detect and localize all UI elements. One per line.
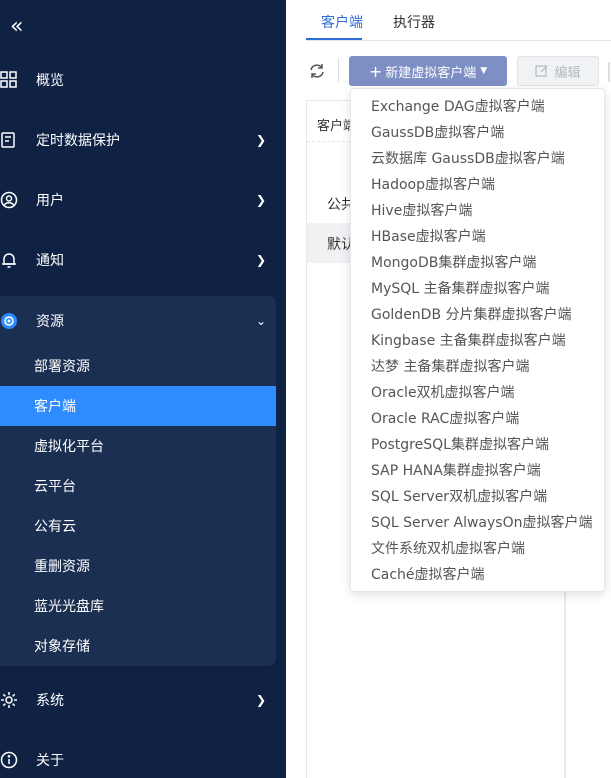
sidebar-subitem-label: 蓝光光盘库	[34, 599, 104, 615]
sidebar-subitem-label: 对象存储	[34, 639, 90, 655]
resource-group: 资源 ⌄ 部署资源 客户端 虚拟化平台 云平台 公有云 重删资源 蓝光光盘库 对…	[0, 296, 276, 666]
sidebar-item-notifications[interactable]: 通知 ❯	[0, 240, 286, 280]
sidebar-item-resources[interactable]: 资源 ⌄	[0, 301, 276, 341]
chevron-down-icon: ⌄	[256, 314, 267, 328]
sidebar-item-about[interactable]: 关于	[0, 740, 286, 778]
menu-item[interactable]: Caché虚拟客户端	[371, 562, 485, 588]
menu-item[interactable]: 文件系统双机虚拟客户端	[371, 536, 525, 562]
sidebar-subitem-clients[interactable]: 客户端	[0, 386, 276, 426]
sidebar-item-system[interactable]: 系统 ❯	[0, 680, 286, 720]
menu-item[interactable]: SQL Server双机虚拟客户端	[371, 484, 547, 510]
sidebar-item-label: 通知	[36, 253, 64, 269]
new-virtual-client-button[interactable]: + 新建虚拟客户端 ▼	[349, 56, 507, 86]
edit-label: 编辑	[554, 65, 581, 81]
menu-item[interactable]: Hadoop虚拟客户端	[371, 172, 495, 198]
tab-clients[interactable]: 客户端	[321, 12, 363, 32]
menu-item[interactable]: MongoDB集群虚拟客户端	[371, 250, 536, 276]
sidebar-subitem-public-cloud[interactable]: 公有云	[0, 506, 276, 546]
sidebar-item-label: 用户	[36, 193, 64, 209]
chevron-right-icon: ❯	[256, 193, 267, 207]
tab-active-indicator	[306, 38, 362, 40]
menu-item[interactable]: 云数据库 GaussDB虚拟客户端	[371, 146, 565, 172]
toolbar-edge-divider	[608, 62, 610, 82]
sidebar-subitem-label: 部署资源	[34, 359, 90, 375]
sidebar-subitem-deploy[interactable]: 部署资源	[0, 346, 276, 386]
sidebar-subitem-dedup[interactable]: 重删资源	[0, 546, 276, 586]
sidebar-subitem-cloud-platform[interactable]: 云平台	[0, 466, 276, 506]
menu-item[interactable]: Exchange DAG虚拟客户端	[371, 94, 545, 120]
edit-icon	[535, 65, 548, 77]
sidebar-item-users[interactable]: 用户 ❯	[0, 180, 286, 220]
menu-item[interactable]: GaussDB虚拟客户端	[371, 120, 504, 146]
refresh-icon[interactable]	[308, 62, 326, 80]
sidebar: « 概览 定时数据保护 ❯ 用户 ❯ 通知 ❯ 资源 ⌄ 部署资源 客户端 虚拟…	[0, 0, 286, 778]
plus-icon: +	[368, 61, 383, 81]
sidebar-subitem-label: 虚拟化平台	[34, 439, 104, 455]
sidebar-subitem-object-storage[interactable]: 对象存储	[0, 626, 276, 666]
new-virtual-client-label: 新建虚拟客户端	[385, 65, 477, 81]
sidebar-item-overview[interactable]: 概览	[0, 60, 286, 100]
sidebar-subitem-label: 重删资源	[34, 559, 90, 575]
bell-icon	[2, 253, 16, 268]
caret-down-icon: ▼	[480, 66, 488, 76]
sidebar-subitem-label: 客户端	[34, 399, 76, 415]
sidebar-item-label: 概览	[36, 73, 64, 89]
sidebar-subitem-bluray[interactable]: 蓝光光盘库	[0, 586, 276, 626]
chevron-right-icon: ❯	[256, 693, 267, 707]
sidebar-item-label: 资源	[36, 314, 64, 330]
toolbar-divider	[338, 58, 339, 82]
chevron-right-icon: ❯	[256, 253, 267, 267]
tab-divider	[306, 40, 611, 41]
gear-icon	[1, 692, 17, 708]
grid-icon	[0, 71, 17, 88]
sidebar-subitem-label: 公有云	[34, 519, 76, 535]
info-icon	[0, 751, 18, 769]
sidebar-subitem-virtualization[interactable]: 虚拟化平台	[0, 426, 276, 466]
menu-item[interactable]: GoldenDB 分片集群虚拟客户端	[371, 302, 572, 328]
menu-item[interactable]: HBase虚拟客户端	[371, 224, 486, 250]
chevron-right-icon: ❯	[256, 133, 267, 147]
menu-item[interactable]: Kingbase 主备集群虚拟客户端	[371, 328, 566, 354]
sidebar-item-label: 系统	[36, 693, 64, 709]
sidebar-item-label: 定时数据保护	[36, 133, 120, 149]
calendar-icon	[1, 132, 15, 148]
menu-item[interactable]: MySQL 主备集群虚拟客户端	[371, 276, 550, 302]
menu-item[interactable]: PostgreSQL集群虚拟客户端	[371, 432, 549, 458]
sidebar-item-scheduled-protection[interactable]: 定时数据保护 ❯	[0, 120, 286, 160]
collapse-sidebar-icon[interactable]: «	[10, 14, 24, 39]
menu-item[interactable]: 达梦 主备集群虚拟客户端	[371, 354, 529, 380]
sidebar-item-label: 关于	[36, 753, 64, 769]
new-virtual-client-menu: Exchange DAG虚拟客户端 GaussDB虚拟客户端 云数据库 GaussD…	[350, 88, 605, 592]
sidebar-subitem-label: 云平台	[34, 479, 76, 495]
user-icon	[0, 191, 18, 209]
edit-button[interactable]: 编辑	[517, 56, 599, 86]
resource-icon	[1, 313, 17, 329]
menu-item[interactable]: Hive虚拟客户端	[371, 198, 472, 224]
menu-item[interactable]: SQL Server AlwaysOn虚拟客户端	[371, 510, 592, 536]
menu-item[interactable]: Oracle双机虚拟客户端	[371, 380, 515, 406]
menu-item[interactable]: SAP HANA集群虚拟客户端	[371, 458, 541, 484]
menu-item[interactable]: Oracle RAC虚拟客户端	[371, 406, 519, 432]
tab-executors[interactable]: 执行器	[393, 12, 435, 32]
